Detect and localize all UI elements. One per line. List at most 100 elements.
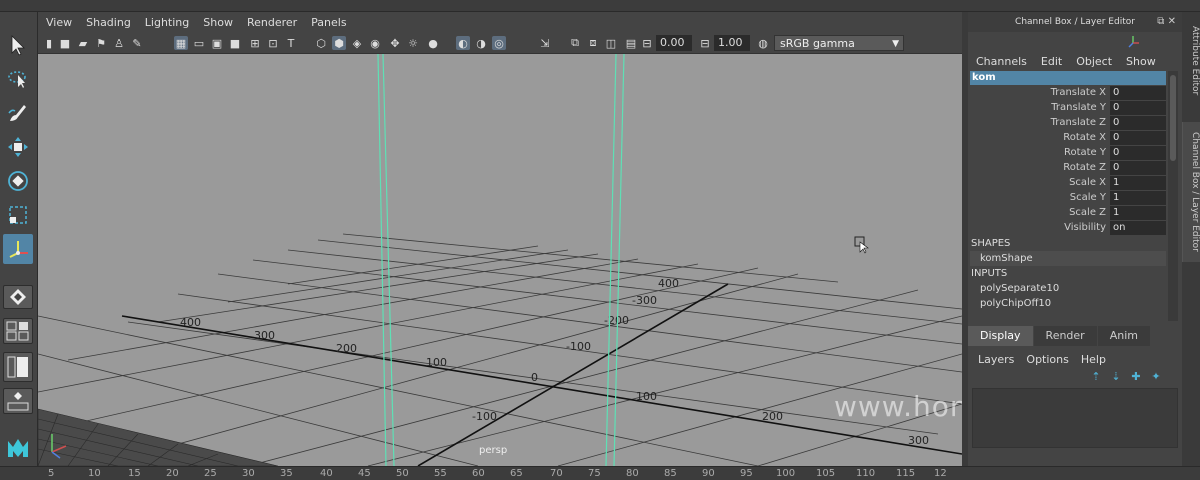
camera-attributes-icon[interactable]: ■ (58, 36, 72, 50)
attr-value-field[interactable]: 0 (1110, 86, 1166, 100)
bookmark-icon[interactable]: ▰ (76, 36, 90, 50)
wireframe-icon[interactable]: ⬡ (314, 36, 328, 50)
use-all-lights-icon[interactable]: ✥ (388, 36, 402, 50)
menu-channels[interactable]: Channels (976, 55, 1027, 68)
menu-renderer[interactable]: Renderer (247, 16, 297, 29)
xray-components-icon[interactable]: ◫ (604, 36, 618, 50)
layout-four-button[interactable] (3, 318, 33, 344)
safe-title-icon[interactable]: T (284, 36, 298, 50)
attr-value-field[interactable]: 0 (1110, 161, 1166, 175)
timeline-tick: 85 (664, 468, 677, 479)
resolution-gate-icon[interactable]: ▣ (210, 36, 224, 50)
last-used-tool[interactable] (3, 234, 33, 264)
layer-list[interactable] (972, 388, 1178, 448)
select-tool[interactable] (3, 30, 33, 60)
channel-box-scrollbar[interactable] (1168, 71, 1178, 321)
multisample-aa-icon[interactable]: ◑ (474, 36, 488, 50)
attr-value-field[interactable]: 1 (1110, 176, 1166, 190)
grease-pencil-icon[interactable]: ✎ (130, 36, 144, 50)
attr-translate-y[interactable]: Translate Y 0 (970, 101, 1166, 116)
attr-rotate-x[interactable]: Rotate X 0 (970, 131, 1166, 146)
new-layer-selected-icon[interactable]: ✦ (1146, 370, 1166, 384)
attr-translate-z[interactable]: Translate Z 0 (970, 116, 1166, 131)
image-plane-icon[interactable]: ⚑ (94, 36, 108, 50)
tab-render[interactable]: Render (1033, 326, 1097, 346)
rotate-tool[interactable] (3, 166, 33, 196)
xray-icon[interactable]: ⧉ (568, 36, 582, 50)
menu-panels[interactable]: Panels (311, 16, 346, 29)
shadows-icon[interactable]: ☼ (406, 36, 420, 50)
menu-shading[interactable]: Shading (86, 16, 131, 29)
attr-translate-x[interactable]: Translate X 0 (970, 86, 1166, 101)
field-chart-icon[interactable]: ⊞ (248, 36, 262, 50)
scale-tool[interactable] (3, 200, 33, 230)
color-space-dropdown[interactable]: sRGB gamma ▼ (774, 35, 904, 51)
tab-attribute-editor[interactable]: Attribute Editor (1182, 16, 1200, 106)
menu-view[interactable]: View (46, 16, 72, 29)
safe-action-icon[interactable]: ⊡ (266, 36, 280, 50)
color-management-icon[interactable]: ◍ (756, 36, 770, 50)
attr-value-field[interactable]: 0 (1110, 101, 1166, 115)
smooth-shade-icon[interactable]: ⬢ (332, 36, 346, 50)
gate-mask-icon[interactable]: ■ (228, 36, 242, 50)
attr-rotate-z[interactable]: Rotate Z 0 (970, 161, 1166, 176)
gamma-field[interactable]: 1.00 (714, 35, 750, 51)
move-layer-up-icon[interactable]: ⇡ (1086, 370, 1106, 384)
menu-object[interactable]: Object (1076, 55, 1112, 68)
time-slider[interactable]: 5 10 15 20 25 30 35 40 45 50 55 60 65 70… (0, 466, 1200, 480)
grid-icon[interactable]: ▦ (174, 36, 188, 50)
backface-culling-icon[interactable]: ▤ (624, 36, 638, 50)
screen-space-ao-icon[interactable]: ● (426, 36, 440, 50)
attr-value-field[interactable]: on (1110, 221, 1166, 235)
tab-display[interactable]: Display (968, 326, 1033, 346)
paint-select-tool[interactable] (3, 98, 33, 128)
attr-value-field[interactable]: 0 (1110, 146, 1166, 160)
isolate-select-icon[interactable]: ⇲ (538, 36, 552, 50)
attr-rotate-y[interactable]: Rotate Y 0 (970, 146, 1166, 161)
tab-channel-box[interactable]: Channel Box / Layer Editor (1182, 122, 1200, 262)
scene-canvas[interactable]: 400 300 200 100 0 100 200 300 400 -300 -… (38, 54, 962, 466)
layout-outliner-button[interactable] (3, 388, 33, 414)
input-node-item[interactable]: polyChipOff10 (970, 296, 1166, 311)
textured-icon[interactable]: ◉ (368, 36, 382, 50)
attr-value-field[interactable]: 0 (1110, 131, 1166, 145)
attr-value-field[interactable]: 1 (1110, 206, 1166, 220)
selected-object-name[interactable]: kom (970, 71, 1166, 85)
menu-show[interactable]: Show (1126, 55, 1156, 68)
exposure-field[interactable]: 0.00 (656, 35, 692, 51)
layout-single-button[interactable] (3, 285, 33, 309)
move-layer-down-icon[interactable]: ⇣ (1106, 370, 1126, 384)
film-gate-icon[interactable]: ▭ (192, 36, 206, 50)
exposure-icon[interactable]: ⊟ (640, 36, 654, 50)
gamma-icon[interactable]: ⊟ (698, 36, 712, 50)
lasso-tool[interactable] (3, 64, 33, 94)
attr-visibility[interactable]: Visibility on (970, 221, 1166, 236)
attr-value-field[interactable]: 0 (1110, 116, 1166, 130)
xray-joints-icon[interactable]: ⧈ (586, 36, 600, 50)
menu-lighting[interactable]: Lighting (145, 16, 189, 29)
menu-help[interactable]: Help (1081, 353, 1106, 366)
attr-scale-z[interactable]: Scale Z 1 (970, 206, 1166, 221)
menu-options[interactable]: Options (1026, 353, 1068, 366)
scrollbar-thumb[interactable] (1170, 75, 1176, 161)
close-icon[interactable]: ✕ (1168, 16, 1176, 27)
shape-node-item[interactable]: komShape (970, 251, 1166, 266)
attr-scale-y[interactable]: Scale Y 1 (970, 191, 1166, 206)
wireframe-on-shaded-icon[interactable]: ◈ (350, 36, 364, 50)
input-node-item[interactable]: polySeparate10 (970, 281, 1166, 296)
layout-two-button[interactable] (3, 352, 33, 382)
two-d-pan-icon[interactable]: ♙ (112, 36, 126, 50)
tab-anim[interactable]: Anim (1097, 326, 1150, 346)
move-tool[interactable] (3, 132, 33, 162)
perspective-viewport[interactable]: View Shading Lighting Show Renderer Pane… (38, 12, 962, 466)
float-window-icon[interactable]: ⧉ (1157, 16, 1164, 27)
motion-blur-icon[interactable]: ◐ (456, 36, 470, 50)
menu-layers[interactable]: Layers (978, 353, 1014, 366)
select-camera-icon[interactable]: ▮ (42, 36, 56, 50)
attr-scale-x[interactable]: Scale X 1 (970, 176, 1166, 191)
menu-edit[interactable]: Edit (1041, 55, 1062, 68)
menu-show[interactable]: Show (203, 16, 233, 29)
new-empty-layer-icon[interactable]: ✚ (1126, 370, 1146, 384)
attr-value-field[interactable]: 1 (1110, 191, 1166, 205)
depth-of-field-icon[interactable]: ◎ (492, 36, 506, 50)
